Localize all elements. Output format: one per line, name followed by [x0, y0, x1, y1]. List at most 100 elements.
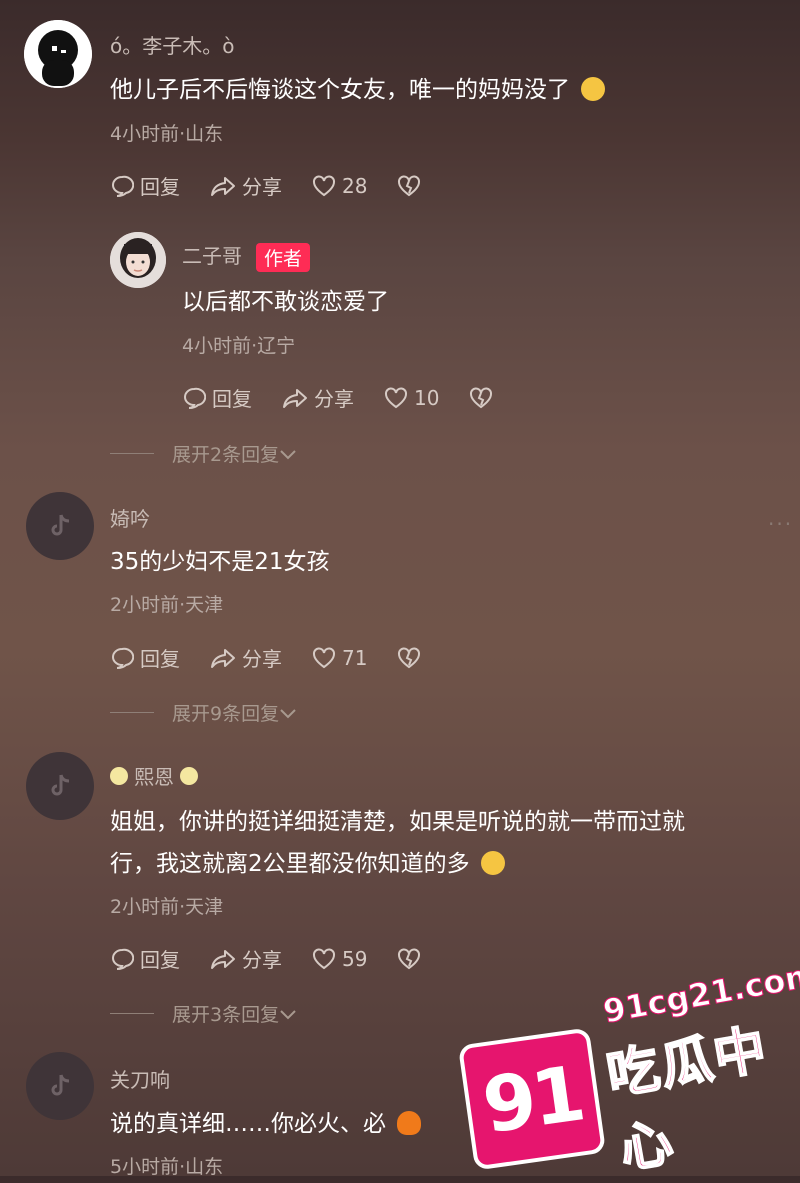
like-button[interactable]: 71 — [312, 646, 367, 670]
reply-author-name[interactable]: 二子哥 — [182, 244, 242, 268]
expand-replies-button[interactable]: 展开9条回复 — [110, 699, 297, 726]
broken-heart-icon — [398, 174, 421, 196]
reply-author: 二子哥 作者 — [182, 240, 311, 272]
watermark-logo: 91 91cg21.com 吃瓜中心 — [457, 955, 800, 1182]
dislike-button[interactable] — [397, 174, 427, 197]
broken-heart-icon — [398, 947, 421, 969]
share-icon — [211, 949, 235, 969]
comment-text: 35的少妇不是21女孩 — [110, 549, 330, 575]
reply-button[interactable]: 回复 — [110, 171, 180, 200]
expand-replies-button[interactable]: 展开2条回复 — [110, 440, 297, 467]
crying-emoji-icon — [581, 76, 606, 101]
heart-icon — [313, 947, 335, 969]
like-button[interactable]: 28 — [312, 174, 367, 198]
comment-meta: 2小时前·天津 — [110, 594, 224, 616]
comment-text: 说的真详细……你必火、必 — [110, 1104, 422, 1144]
tiktok-logo-icon — [51, 1074, 70, 1096]
comment-text-content: 行，我这就离2公里都没你知道的多 — [110, 851, 470, 877]
reply-icon — [112, 175, 134, 197]
comment-text: 他儿子后不后悔谈这个女友，唯一的妈妈没了 — [110, 70, 606, 110]
laughing-emoji-icon — [480, 850, 505, 875]
comment-author: 熙恩 — [110, 761, 198, 790]
share-label: 分享 — [242, 175, 282, 199]
reply-icon — [112, 647, 134, 669]
comment-meta: 4小时前·山东 — [110, 123, 224, 145]
reply-actions: 回复 分享 10 — [182, 383, 529, 412]
avatar[interactable] — [24, 20, 92, 88]
flower-emoji-icon — [110, 766, 128, 785]
expand-label: 展开2条回复 — [172, 444, 280, 466]
dislike-button[interactable] — [397, 646, 427, 669]
watermark-label: 吃瓜中心 — [602, 1018, 774, 1181]
comment-author[interactable]: ó。李子木。ò — [110, 30, 234, 59]
fire-emoji-icon — [397, 1110, 422, 1135]
avatar[interactable] — [26, 752, 94, 820]
author-badge: 作者 — [256, 243, 311, 272]
divider — [110, 712, 154, 713]
reply-label: 回复 — [140, 948, 180, 972]
comment-actions: 回复 分享 71 — [110, 643, 457, 672]
avatar[interactable] — [26, 1052, 94, 1120]
reply-text: 以后都不敢谈恋爱了 — [182, 289, 389, 315]
reply-button[interactable]: 回复 — [110, 944, 180, 973]
share-button[interactable]: 分享 — [210, 171, 282, 200]
reply-meta: 4小时前·辽宁 — [182, 335, 296, 357]
comment-actions: 回复 分享 59 — [110, 944, 457, 973]
comment-text-content: 他儿子后不后悔谈这个女友，唯一的妈妈没了 — [110, 77, 570, 103]
more-options-icon[interactable]: ··· — [768, 512, 793, 536]
expand-label: 展开9条回复 — [172, 703, 280, 725]
like-button[interactable]: 10 — [384, 386, 439, 410]
comment-author-name[interactable]: 熙恩 — [134, 761, 174, 790]
dislike-button[interactable] — [397, 947, 427, 970]
comment-meta: 2小时前·天津 — [110, 896, 224, 918]
like-count: 10 — [414, 385, 440, 410]
comment-text-line1: 姐姐，你讲的挺详细挺清楚，如果是听说的就一带而过就 — [110, 809, 685, 835]
share-button[interactable]: 分享 — [282, 383, 354, 412]
expand-label: 展开3条回复 — [172, 1004, 280, 1026]
reply-button[interactable]: 回复 — [182, 383, 252, 412]
heart-icon — [385, 386, 407, 408]
comment-author[interactable]: 关刀响 — [110, 1064, 170, 1093]
share-label: 分享 — [314, 387, 354, 411]
share-label: 分享 — [242, 948, 282, 972]
like-count: 59 — [342, 946, 368, 971]
reply-label: 回复 — [212, 387, 252, 411]
comment-author[interactable]: 婍吟 — [110, 503, 150, 532]
share-icon — [283, 388, 307, 408]
tiktok-logo-icon — [51, 774, 70, 796]
comment-meta: 5小时前·山东 — [110, 1156, 224, 1178]
divider — [110, 1013, 154, 1014]
reply-label: 回复 — [140, 647, 180, 671]
comment-text-line2: 行，我这就离2公里都没你知道的多 — [110, 844, 505, 884]
dislike-button[interactable] — [469, 386, 499, 409]
chevron-down-icon — [280, 449, 296, 459]
heart-icon — [313, 646, 335, 668]
reply-button[interactable]: 回复 — [110, 643, 180, 672]
black-silhouette-icon — [24, 20, 92, 88]
reply-icon — [112, 948, 134, 970]
like-count: 28 — [342, 173, 368, 198]
chevron-down-icon — [280, 1009, 296, 1019]
reply-label: 回复 — [140, 175, 180, 199]
reply-icon — [184, 387, 206, 409]
avatar[interactable] — [110, 232, 166, 288]
flower-emoji-icon — [180, 766, 198, 785]
broken-heart-icon — [470, 386, 493, 408]
watermark-number: 91 — [477, 1048, 587, 1150]
share-icon — [211, 176, 235, 196]
share-label: 分享 — [242, 647, 282, 671]
watermark-badge: 91 — [457, 1027, 607, 1171]
avatar[interactable] — [26, 492, 94, 560]
share-icon — [211, 648, 235, 668]
broken-heart-icon — [398, 646, 421, 668]
like-count: 71 — [342, 645, 368, 670]
share-button[interactable]: 分享 — [210, 944, 282, 973]
share-button[interactable]: 分享 — [210, 643, 282, 672]
divider — [110, 453, 154, 454]
chevron-down-icon — [280, 708, 296, 718]
comment-actions: 回复 分享 28 — [110, 171, 457, 200]
like-button[interactable]: 59 — [312, 947, 367, 971]
expand-replies-button[interactable]: 展开3条回复 — [110, 1000, 297, 1027]
heart-icon — [313, 174, 335, 196]
girl-avatar-icon — [110, 232, 166, 288]
